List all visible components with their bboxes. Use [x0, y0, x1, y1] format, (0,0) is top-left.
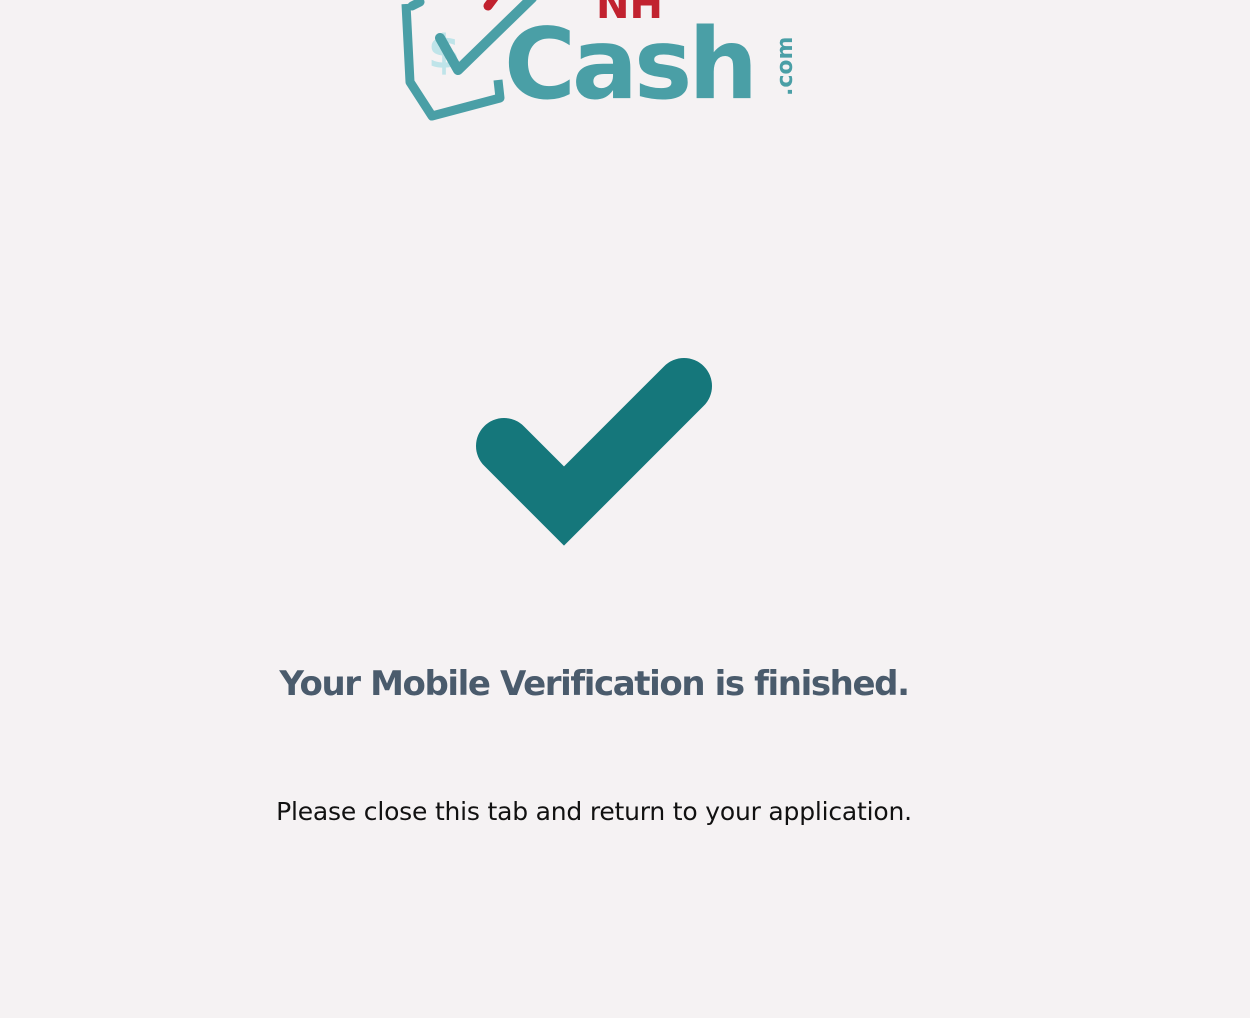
svg-text:.com: .com: [773, 37, 798, 96]
svg-text:Cash: Cash: [504, 8, 754, 122]
checkmark-icon: [462, 344, 726, 548]
brand-logo: $ NH Cash .com: [398, 0, 798, 122]
return-instruction-text: Please close this tab and return to your…: [276, 797, 912, 826]
verification-heading: Your Mobile Verification is finished.: [279, 664, 910, 704]
money-check-icon: $ NH Cash .com: [401, 0, 798, 122]
